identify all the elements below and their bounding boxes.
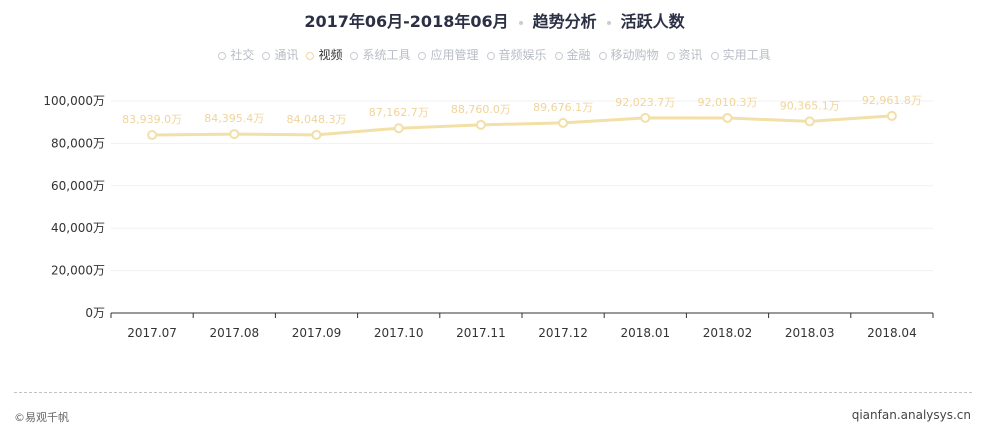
x-tick-label: 2018.04 <box>867 326 917 340</box>
data-point <box>229 129 240 140</box>
footer-divider <box>14 392 972 393</box>
data-label: 87,162.7万 <box>369 106 429 119</box>
data-label: 92,023.7万 <box>615 96 675 109</box>
x-tick-label: 2018.02 <box>703 326 753 340</box>
x-tick-label: 2018.01 <box>620 326 670 340</box>
data-label: 83,939.0万 <box>122 113 182 126</box>
data-label: 92,010.3万 <box>698 96 758 109</box>
data-label: 84,048.3万 <box>287 113 347 126</box>
data-label: 92,961.8万 <box>862 94 922 107</box>
data-point <box>722 112 733 123</box>
data-label: 84,395.4万 <box>204 112 264 125</box>
line-chart: 0万 20,000万 40,000万 60,000万 80,000万 100,000万 20… <box>43 94 934 340</box>
data-point <box>147 130 158 141</box>
y-tick-label: 40,000万 <box>51 221 105 235</box>
brand-label: ©易观千帆 <box>14 411 69 424</box>
x-tick-label: 2018.03 <box>785 326 835 340</box>
data-point <box>558 117 569 128</box>
y-tick-label: 100,000万 <box>43 94 105 108</box>
site-url: qianfan.analysys.cn <box>851 408 971 422</box>
data-point <box>475 119 486 130</box>
x-tick-label: 2017.08 <box>209 326 259 340</box>
y-tick-label: 20,000万 <box>51 264 105 278</box>
data-label: 88,760.0万 <box>451 103 511 116</box>
x-tick-label: 2017.11 <box>456 326 506 340</box>
data-point <box>804 116 815 127</box>
data-label: 90,365.1万 <box>780 99 840 112</box>
y-tick-label: 80,000万 <box>51 136 105 150</box>
x-tick-label: 2017.12 <box>538 326 588 340</box>
x-tick-label: 2017.07 <box>127 326 177 340</box>
data-label: 89,676.1万 <box>533 101 593 114</box>
data-point <box>886 110 897 121</box>
data-point <box>393 123 404 134</box>
y-tick-label: 0万 <box>85 306 105 320</box>
data-point <box>640 112 651 123</box>
data-point <box>311 129 322 140</box>
x-tick-label: 2017.10 <box>374 326 424 340</box>
y-tick-label: 60,000万 <box>51 179 105 193</box>
x-tick-label: 2017.09 <box>292 326 342 340</box>
